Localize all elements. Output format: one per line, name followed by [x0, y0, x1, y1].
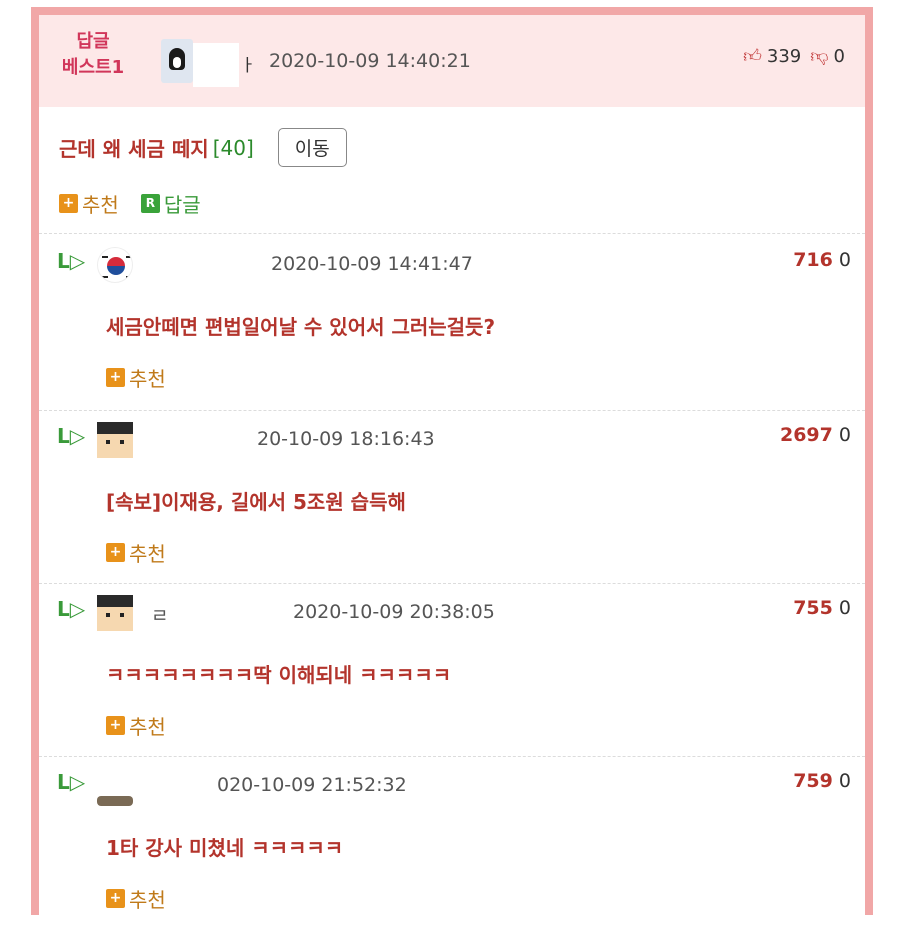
card-body: 답글 베스트1 ㅏ 2020-10-09 14:40:21 👍︎ 339 👎︎ …: [39, 15, 865, 915]
best-reply-badge: 답글 베스트1: [57, 29, 129, 81]
vote-counts: 👍︎ 339 👎︎ 0: [743, 45, 845, 68]
upvote-count: 339: [766, 45, 802, 67]
reply-score: 755 0: [793, 597, 851, 619]
recommend-button[interactable]: + 추천: [59, 189, 119, 218]
plus-icon: +: [106, 716, 125, 735]
reply-timestamp: 2020-10-09 20:38:05: [293, 601, 495, 623]
recommend-label: 추천: [129, 715, 166, 739]
reply-timestamp: 2020-10-09 14:41:47: [271, 253, 473, 275]
plus-icon: +: [106, 889, 125, 908]
reply-arrow-icon: L▷: [57, 249, 86, 273]
reply-text: 세금안떼면 편법일어날 수 있어서 그러는걸듯?: [106, 315, 496, 339]
author-nickname[interactable]: ㅏ: [240, 51, 256, 76]
downvote-count: 0: [833, 45, 845, 67]
reply-score: 2697 0: [780, 424, 851, 446]
reply-nickname[interactable]: ㄹ: [151, 601, 168, 628]
recommend-label: 추천: [129, 542, 166, 566]
plus-icon: +: [106, 543, 125, 562]
reply-recommend-button[interactable]: + 추천: [106, 538, 166, 567]
reply-arrow-icon: L▷: [57, 424, 86, 448]
reply-item: L▷ 20-10-09 18:16:43 2697 0 [속보]이재용, 길에서…: [39, 410, 865, 583]
best-reply-header: 답글 베스트1 ㅏ 2020-10-09 14:40:21 👍︎ 339 👎︎ …: [39, 15, 865, 107]
reply-text: ㅋㅋㅋㅋㅋㅋㅋㅋ딱 이해되네 ㅋㅋㅋㅋㅋ: [106, 663, 452, 687]
reply-upvotes: 759: [793, 770, 833, 792]
thumbs-up-icon[interactable]: 👍︎: [743, 45, 762, 67]
best-reply-card: 답글 베스트1 ㅏ 2020-10-09 14:40:21 👍︎ 339 👎︎ …: [31, 7, 873, 915]
reply-item: L▷ 2020-10-09 14:41:47 716 0 세금안떼면 편법일어날…: [39, 235, 865, 410]
recommend-label: 추천: [82, 193, 119, 217]
reply-downvotes: 0: [838, 424, 851, 446]
reply-arrow-icon: L▷: [57, 770, 86, 794]
post-title[interactable]: 근데 왜 세금 떼지: [59, 133, 209, 162]
plus-icon: +: [59, 194, 78, 213]
reply-score: 759 0: [793, 770, 851, 792]
reply-downvotes: 0: [838, 249, 851, 271]
reply-upvotes: 716: [793, 249, 833, 271]
reply-timestamp: 20-10-09 18:16:43: [257, 428, 435, 450]
reply-downvotes: 0: [838, 770, 851, 792]
reply-item: L▷ 020-10-09 21:52:32 759 0 1타 강사 미쳤네 ㅋㅋ…: [39, 756, 865, 926]
reply-arrow-icon: L▷: [57, 597, 86, 621]
reply-item: L▷ ㄹ 2020-10-09 20:38:05 755 0 ㅋㅋㅋㅋㅋㅋㅋㅋ딱…: [39, 583, 865, 756]
post-comment-count: [40]: [212, 135, 254, 160]
nickname-redaction: [193, 43, 239, 87]
avatar[interactable]: [97, 796, 133, 806]
pixel-face-icon[interactable]: [97, 422, 133, 458]
best-label-line2: 베스트1: [61, 57, 125, 78]
best-actions: + 추천 R 답글: [59, 189, 201, 218]
reply-icon: R: [140, 194, 160, 213]
author-avatar[interactable]: [161, 39, 193, 83]
reply-recommend-button[interactable]: + 추천: [106, 884, 166, 913]
reply-text: 1타 강사 미쳤네 ㅋㅋㅋㅋㅋ: [106, 836, 344, 860]
best-timestamp: 2020-10-09 14:40:21: [269, 50, 471, 72]
reply-timestamp: 020-10-09 21:52:32: [217, 774, 407, 796]
reply-recommend-button[interactable]: + 추천: [106, 363, 166, 392]
pixel-face-icon[interactable]: [97, 595, 133, 631]
reply-score: 716 0: [793, 249, 851, 271]
korea-flag-icon[interactable]: [97, 247, 133, 283]
recommend-label: 추천: [129, 888, 166, 912]
reply-downvotes: 0: [838, 597, 851, 619]
post-title-row: 근데 왜 세금 떼지 [40] 이동: [59, 128, 347, 167]
reply-label: 답글: [163, 193, 201, 217]
best-label-line1: 답글: [76, 31, 110, 52]
reply-upvotes: 755: [793, 597, 833, 619]
divider: [39, 233, 865, 234]
plus-icon: +: [106, 368, 125, 387]
recommend-label: 추천: [129, 367, 166, 391]
thumbs-down-icon[interactable]: 👎︎: [810, 45, 828, 67]
move-button[interactable]: 이동: [277, 128, 347, 167]
reply-text: [속보]이재용, 길에서 5조원 습득해: [106, 490, 406, 514]
reply-button[interactable]: R 답글: [140, 189, 201, 218]
reply-upvotes: 2697: [779, 424, 833, 446]
reply-recommend-button[interactable]: + 추천: [106, 711, 166, 740]
